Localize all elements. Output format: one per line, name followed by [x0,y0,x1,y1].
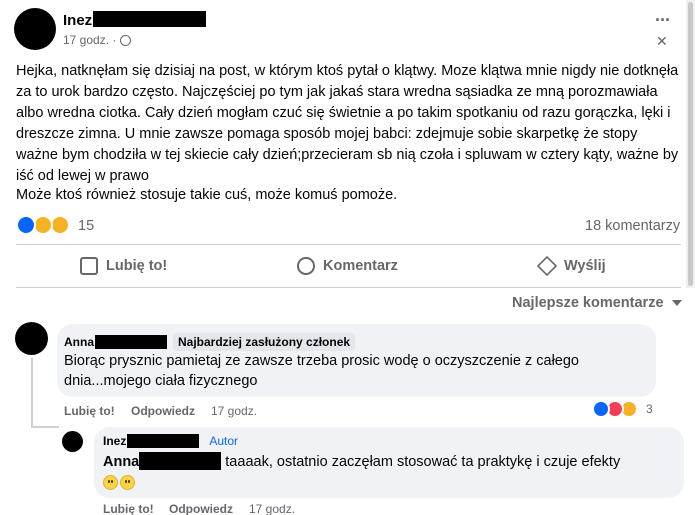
care-reaction-icon [33,215,53,235]
comment-time[interactable]: 17 godz. [211,404,257,418]
reply-author-avatar[interactable] [62,431,83,452]
comment-reaction-count[interactable]: 3 [646,402,653,416]
post-body: Hejka, natknęłam się dzisiaj na post, w … [16,63,679,184]
reply-mention[interactable]: Anna [103,454,139,470]
post-author-name-text[interactable]: Inez [63,12,92,29]
reply-text-body: taaaak, ostatnio zaczęłam stosować ta pr… [225,454,621,470]
globe-icon [120,34,132,46]
reply-emojis [103,475,135,490]
comment-reactions[interactable] [592,400,642,418]
top-contributor-badge: Najbardziej zasłużony członek [173,333,356,351]
comment-author-line: Anna Najbardziej zasłużony członek [64,333,356,351]
sort-comments-dropdown[interactable]: Najlepsze komentarze [512,295,682,311]
reaction-count[interactable]: 15 [78,218,94,234]
post-time[interactable]: 17 godz. · [63,33,116,47]
haha-reaction-icon [50,215,70,235]
post-author-avatar[interactable] [14,8,56,50]
reaction-icons[interactable] [16,215,76,237]
post-author-name[interactable]: Inez [63,11,207,29]
comment-reply-link[interactable]: Odpowiedz [131,404,195,418]
thumbs-up-icon [80,257,98,275]
relieved-emoji-icon [120,475,135,490]
redaction-bar [93,11,207,27]
divider [16,244,681,245]
share-button[interactable]: Wyślij [536,255,606,277]
reply-reply-link[interactable]: Odpowiedz [169,502,233,515]
caret-down-icon [671,300,682,307]
comment-like-link[interactable]: Lubię to! [64,404,115,418]
scrollbar[interactable] [686,0,695,288]
like-reaction-icon [592,400,610,418]
redaction-bar [139,452,222,470]
speech-bubble-icon [297,257,315,275]
close-icon[interactable]: ✕ [656,33,668,50]
reply-author-name[interactable]: Inez [103,434,126,448]
like-button-label: Lubię to! [106,258,168,274]
divider [16,287,681,288]
author-badge: Autor [209,434,239,448]
comment-count[interactable]: 18 komentarzy [585,218,680,234]
comment-button-label: Komentarz [323,258,398,274]
post-meta: 17 godz. · [63,33,132,47]
comment-text: Biorąc prysznic pamietaj ze zawsze trzeb… [64,353,579,389]
smile-emoji-icon [103,475,118,490]
scrollbar-thumb[interactable] [688,2,693,286]
like-reaction-icon [16,215,36,235]
redaction-bar [95,335,167,349]
redaction-bar [127,434,200,448]
reply-text: Anna taaaak, ostatnio zaczęłam stosować … [103,452,620,472]
comment-button[interactable]: Komentarz [297,257,398,275]
reply-time[interactable]: 17 godz. [249,502,295,515]
more-options-icon[interactable]: ··· [655,10,671,31]
reply-like-link[interactable]: Lubię to! [103,502,154,515]
comment-author-name[interactable]: Anna [64,335,94,349]
thread-line [31,358,33,428]
post-body-closing: Może ktoś również stosuje takie cuś, moż… [16,187,398,203]
thread-branch [31,426,59,428]
comment-author-avatar[interactable] [15,322,48,355]
like-button[interactable]: Lubię to! [80,257,167,275]
share-button-label: Wyślij [564,258,606,274]
send-icon [536,255,558,277]
reply-author-line: Inez Autor [103,434,238,448]
sort-comments-label: Najlepsze komentarze [512,295,664,311]
